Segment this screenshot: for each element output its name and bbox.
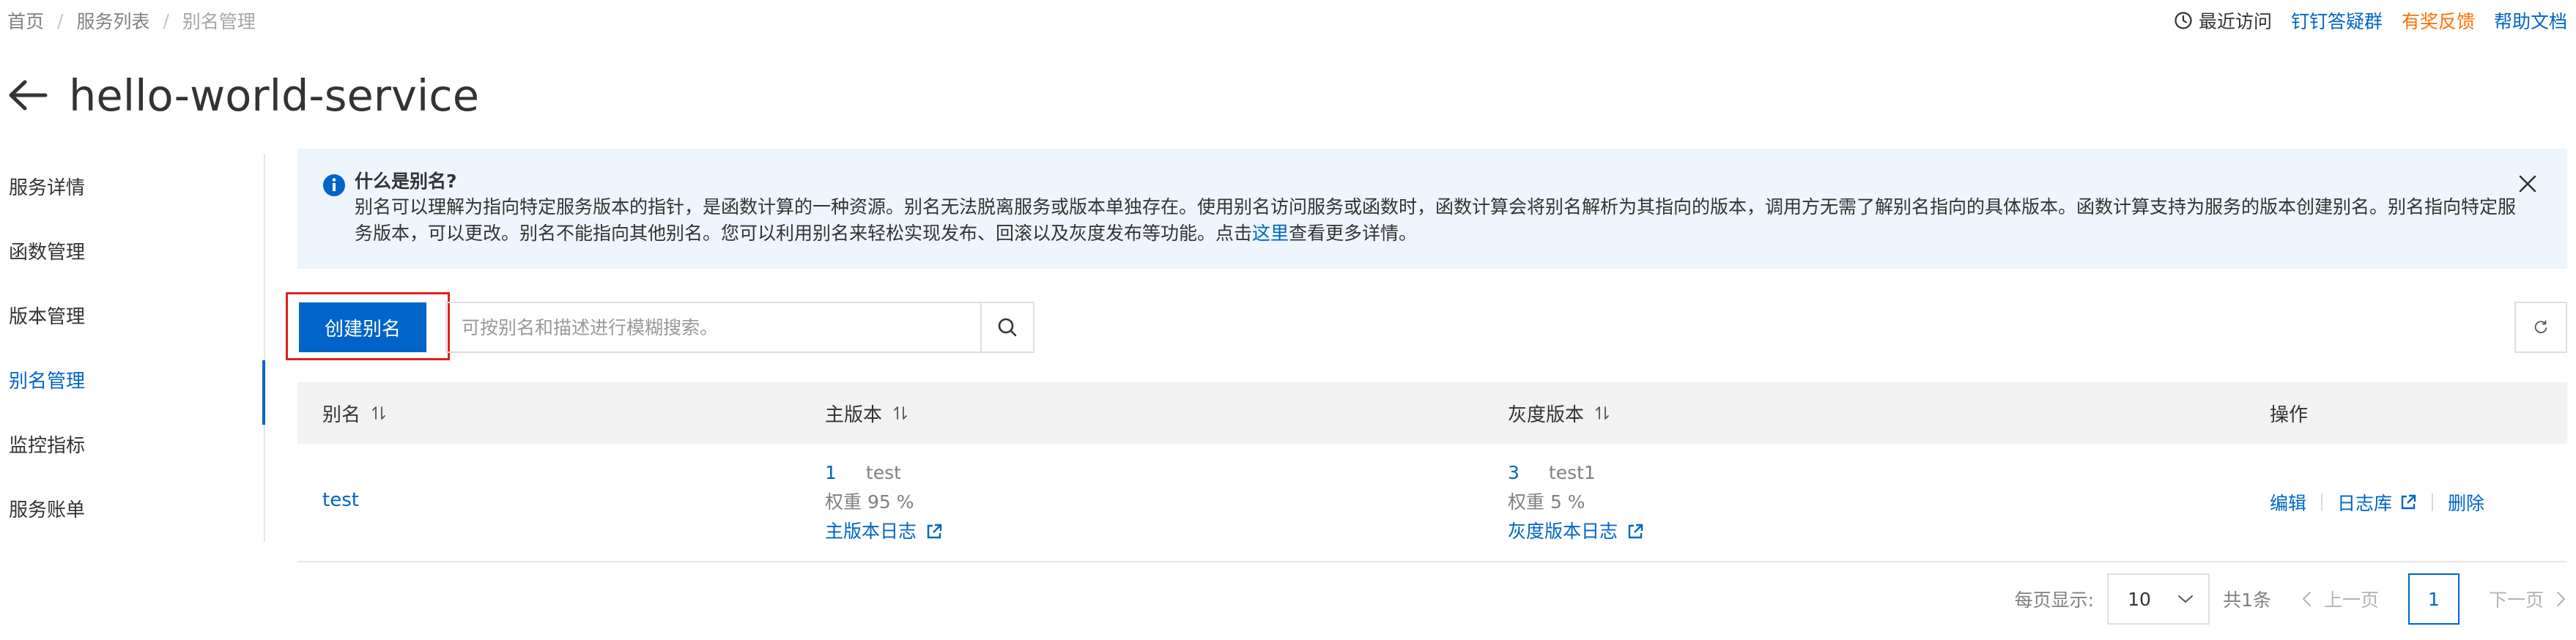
external-link-icon [1628, 524, 1643, 539]
recent-visits-link[interactable]: 最近访问 [2174, 7, 2272, 34]
breadcrumb-separator: / [57, 10, 64, 31]
alias-name-link[interactable]: test [322, 489, 359, 511]
alert-here-link[interactable]: 这里 [1252, 223, 1289, 244]
back-arrow-icon[interactable] [7, 78, 48, 112]
breadcrumb-home[interactable]: 首页 [7, 7, 44, 34]
page-title: hello-world-service [69, 70, 480, 121]
main-version-weight: 权重 95 % [825, 491, 914, 513]
breadcrumb-service-list[interactable]: 服务列表 [76, 7, 149, 34]
delete-link[interactable]: 删除 [2448, 489, 2484, 516]
logstore-link[interactable]: 日志库 [2337, 489, 2417, 516]
sidebar-item-function-management[interactable]: 函数管理 [0, 218, 264, 283]
breadcrumb: 首页 / 服务列表 / 别名管理 [7, 7, 256, 34]
feedback-link[interactable]: 有奖反馈 [2402, 7, 2475, 34]
search-icon [998, 318, 1017, 337]
total-count: 共1条 [2223, 589, 2271, 611]
row-actions: 编辑 日志库 删除 [2270, 489, 2484, 516]
gray-version-number[interactable]: 3 [1508, 458, 1520, 488]
alert-text: 别名可以理解为指向特定服务版本的指针，是函数计算的一种资源。别名无法脱离服务或版… [355, 196, 2517, 244]
pagination: 每页显示: 10 共1条 上一页 1 下一页 [2015, 573, 2567, 625]
sidebar-item-monitoring[interactable]: 监控指标 [0, 412, 264, 476]
alias-table: 别名 主版本 灰度版本 操作 test 1 test 权重 95 % 主版本日志… [297, 382, 2567, 562]
gray-version-log-label: 灰度版本日志 [1508, 521, 1618, 542]
help-docs-link[interactable]: 帮助文档 [2494, 7, 2567, 34]
main-version-cell: 1 test 权重 95 % 主版本日志 [825, 458, 943, 546]
create-alias-button[interactable]: 创建别名 [299, 302, 426, 352]
breadcrumb-separator: / [163, 10, 169, 31]
alert-text-end: 查看更多详情。 [1289, 223, 1418, 244]
info-icon [323, 174, 345, 196]
divider [2321, 494, 2323, 511]
sidebar-item-version-management[interactable]: 版本管理 [0, 283, 264, 347]
sort-icon[interactable] [1594, 404, 1610, 422]
chevron-down-icon [2178, 595, 2194, 603]
sidebar-item-billing[interactable]: 服务账单 [0, 476, 264, 540]
sidebar: 服务详情 函数管理 版本管理 别名管理 监控指标 服务账单 [0, 154, 265, 542]
table-header: 别名 主版本 灰度版本 操作 [297, 382, 2567, 444]
sidebar-item-service-details[interactable]: 服务详情 [0, 154, 264, 218]
main-version-number[interactable]: 1 [825, 458, 837, 488]
refresh-icon [2534, 320, 2547, 334]
info-alert: 什么是别名? 别名可以理解为指向特定服务版本的指针，是函数计算的一种资源。别名无… [297, 149, 2567, 269]
chevron-left-icon [2302, 592, 2311, 606]
clock-icon [2175, 12, 2192, 29]
external-link-icon [2401, 494, 2416, 510]
column-header-gray-version[interactable]: 灰度版本 [1508, 400, 1610, 427]
page-size-value: 10 [2128, 588, 2151, 610]
gray-version-cell: 3 test1 权重 5 % 灰度版本日志 [1508, 458, 1644, 546]
external-link-icon [927, 524, 942, 539]
column-header-main-version[interactable]: 主版本 [825, 400, 908, 427]
per-page-label: 每页显示: [2014, 589, 2095, 611]
sort-icon[interactable] [371, 404, 387, 422]
page-size-select[interactable]: 10 [2107, 573, 2210, 625]
search-input[interactable] [447, 303, 980, 351]
edit-link[interactable]: 编辑 [2270, 489, 2306, 516]
gray-version-weight: 权重 5 % [1508, 491, 1585, 513]
search-button[interactable] [980, 303, 1033, 351]
column-header-label: 灰度版本 [1508, 403, 1585, 426]
chevron-right-icon [2557, 592, 2565, 606]
close-icon[interactable] [2516, 172, 2539, 196]
next-page-button[interactable]: 下一页 [2489, 586, 2567, 612]
sidebar-item-alias-management[interactable]: 别名管理 [0, 347, 265, 425]
breadcrumb-current: 别名管理 [182, 11, 256, 32]
page-number-current[interactable]: 1 [2407, 573, 2460, 625]
column-header-label: 主版本 [825, 403, 883, 426]
prev-page-button[interactable]: 上一页 [2301, 586, 2379, 612]
top-nav: 最近访问 钉钉答疑群 有奖反馈 帮助文档 [2174, 7, 2567, 34]
prev-page-label: 上一页 [2323, 589, 2379, 611]
logstore-label: 日志库 [2337, 493, 2393, 514]
next-page-label: 下一页 [2488, 589, 2544, 611]
column-header-alias[interactable]: 别名 [322, 400, 387, 427]
alert-title: 什么是别名? [355, 171, 457, 192]
refresh-button[interactable] [2514, 302, 2567, 353]
dingtalk-group-link[interactable]: 钉钉答疑群 [2291, 7, 2383, 34]
main-version-log-link[interactable]: 主版本日志 [825, 517, 943, 546]
table-row: test 1 test 权重 95 % 主版本日志 3 test1 权重 5 % [297, 444, 2567, 562]
main-version-log-label: 主版本日志 [825, 521, 917, 542]
main-version-name: test [865, 462, 901, 483]
recent-visits-label: 最近访问 [2198, 11, 2272, 32]
page-header: hello-world-service [7, 67, 479, 123]
gray-version-name: test1 [1548, 462, 1596, 483]
divider [2432, 494, 2434, 511]
search-box [445, 302, 1035, 353]
gray-version-log-link[interactable]: 灰度版本日志 [1508, 517, 1644, 546]
column-header-actions: 操作 [2270, 403, 2309, 426]
sort-icon[interactable] [892, 404, 908, 422]
column-header-label: 别名 [322, 403, 361, 426]
alert-body: 别名可以理解为指向特定服务版本的指针，是函数计算的一种资源。别名无法脱离服务或版… [355, 194, 2516, 247]
